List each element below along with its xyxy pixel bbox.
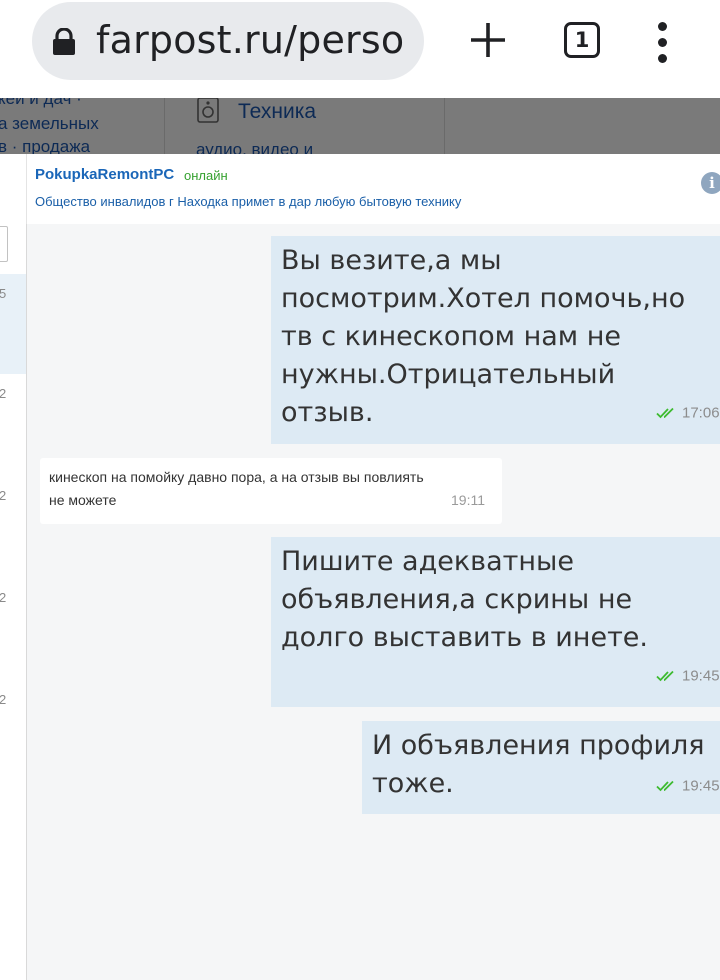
double-check-icon xyxy=(656,780,674,792)
message-time: 19:45 xyxy=(682,777,720,795)
message-outgoing: Вы везите,а мы посмотрим.Хотел помочь,но… xyxy=(271,236,720,444)
double-check-icon xyxy=(656,670,674,682)
message-incoming: кинескоп на помойку давно пора, а на отз… xyxy=(40,458,502,524)
address-bar[interactable]: farpost.ru/perso xyxy=(32,2,424,80)
message-meta: 19:45 xyxy=(656,667,720,685)
tab-switcher-button[interactable]: 1 xyxy=(564,22,602,60)
online-status: онлайн xyxy=(184,168,228,183)
menu-dot xyxy=(658,54,667,63)
background-link: в · продажа xyxy=(0,137,91,154)
background-link: кей и дач · xyxy=(0,98,82,108)
contact-name[interactable]: PokupkaRemontPC xyxy=(35,166,174,183)
browser-toolbar: farpost.ru/perso 1 xyxy=(0,0,720,99)
message-list: Вы везите,а мы посмотрим.Хотел помочь,но… xyxy=(27,224,720,980)
message-text: Пишите адекватные объявления,а скрины не… xyxy=(281,546,648,653)
divider xyxy=(164,98,165,154)
sidebar-dialog-count[interactable]: 2 xyxy=(0,488,6,503)
chat-modal: PokupkaRemontPC онлайн Общество инвалидо… xyxy=(0,154,720,980)
info-icon[interactable]: i xyxy=(701,172,720,194)
background-category-subtitle: аудио, видео и xyxy=(196,140,314,154)
message-meta: 17:06 xyxy=(656,404,720,422)
message-text: кинескоп на помойку давно пора, а на отз… xyxy=(49,469,424,508)
sidebar-dialog-count[interactable]: 5 xyxy=(0,286,6,301)
menu-dot xyxy=(658,22,667,31)
message-outgoing: Пишите адекватные объявления,а скрины не… xyxy=(271,537,720,707)
message-text: Вы везите,а мы посмотрим.Хотел помочь,но… xyxy=(281,245,686,428)
background-page-overlay: кей и дач · а земельных в · продажа Техн… xyxy=(0,98,720,154)
background-link: а земельных xyxy=(0,114,99,133)
divider xyxy=(444,98,445,154)
sidebar-dialog-count[interactable]: 2 xyxy=(0,590,6,605)
message-time: 17:06 xyxy=(682,404,720,422)
sidebar-search-input[interactable] xyxy=(0,226,8,262)
background-category-links: кей и дач · а земельных в · продажа xyxy=(0,98,164,154)
new-tab-button[interactable] xyxy=(468,20,508,60)
message-time: 19:11 xyxy=(451,492,485,508)
message-meta: 19:45 xyxy=(656,777,720,795)
message-outgoing: И объявления профиля тоже. 19:45 xyxy=(362,721,720,814)
tab-count: 1 xyxy=(564,22,600,58)
sidebar-dialog-count[interactable]: 2 xyxy=(0,692,6,707)
background-category-title: Техника xyxy=(238,100,317,123)
lock-icon xyxy=(53,28,75,55)
ad-title-link[interactable]: Общество инвалидов г Находка примет в да… xyxy=(35,194,461,209)
url-text[interactable]: farpost.ru/perso xyxy=(96,18,404,62)
double-check-icon xyxy=(656,407,674,419)
chat-header: PokupkaRemontPC онлайн Общество инвалидо… xyxy=(26,154,720,224)
speaker-icon xyxy=(197,98,219,123)
dialogs-sidebar: 5 2 2 2 2 xyxy=(0,224,27,980)
menu-dot xyxy=(658,38,667,47)
sidebar-dialog-count[interactable]: 2 xyxy=(0,386,6,401)
message-time: 19:45 xyxy=(682,667,720,685)
browser-menu-button[interactable] xyxy=(652,20,676,64)
